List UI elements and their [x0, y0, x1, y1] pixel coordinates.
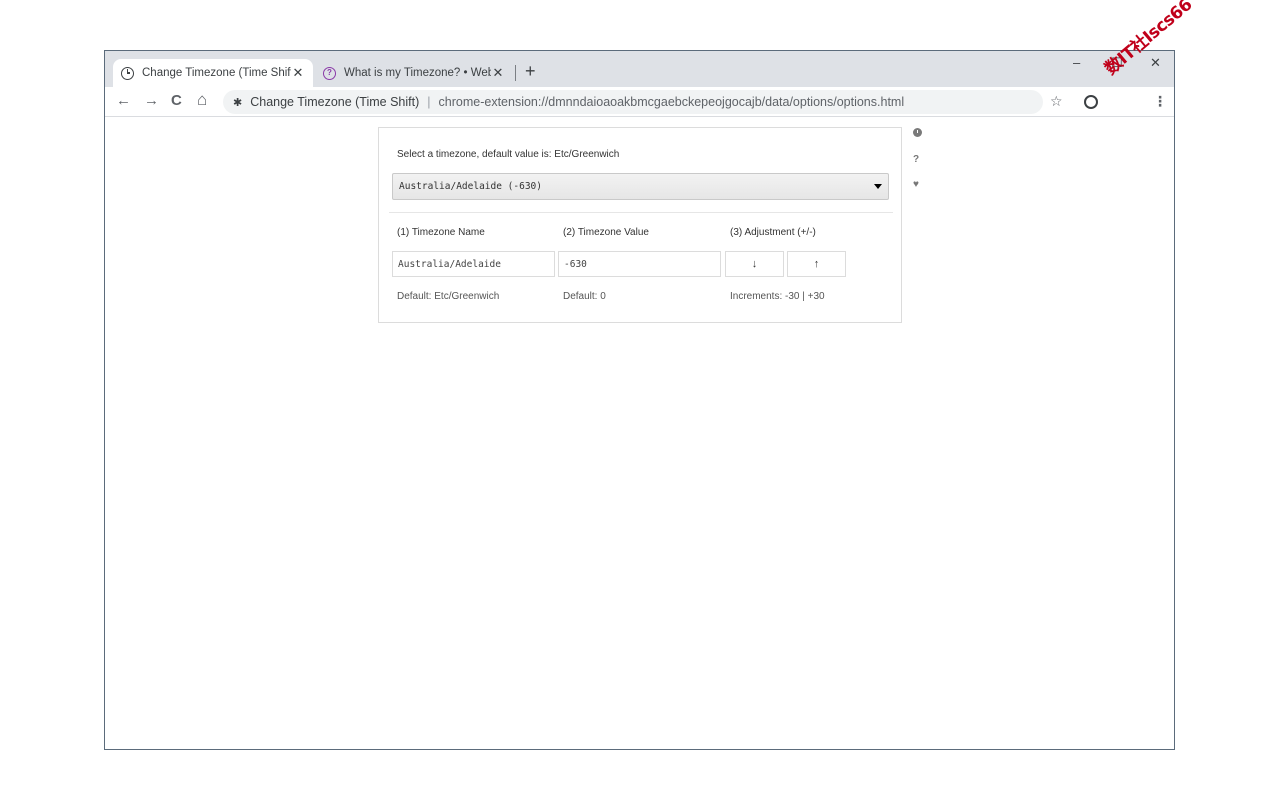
timezone-select-value: Australia/Adelaide (-630)	[399, 181, 542, 192]
decrease-button[interactable]: ↓	[725, 251, 784, 277]
home-button[interactable]: ⌂	[197, 90, 207, 110]
tab-separator	[515, 65, 516, 81]
back-button[interactable]: ←	[116, 92, 131, 109]
omnibox-divider: |	[427, 95, 431, 109]
page-content: Select a timezone, default value is: Etc…	[105, 117, 1174, 749]
default-name-note: Default: Etc/Greenwich	[397, 291, 500, 302]
heart-icon[interactable]: ♥	[913, 179, 919, 190]
col-timezone-name: (1) Timezone Name	[397, 227, 485, 238]
col-timezone-value: (2) Timezone Value	[563, 227, 649, 238]
increase-button[interactable]: ↑	[787, 251, 846, 277]
side-clock-icon[interactable]	[913, 128, 922, 137]
dropdown-arrow-icon	[874, 184, 882, 189]
minimize-button[interactable]: –	[1073, 55, 1080, 70]
timezone-select[interactable]: Australia/Adelaide (-630)	[392, 173, 889, 200]
clock-icon	[121, 66, 134, 80]
browser-window: Change Timezone (Time Shift) ✕ ? What is…	[104, 50, 1175, 750]
extension-clock-icon[interactable]	[1084, 95, 1098, 109]
tab-change-timezone[interactable]: Change Timezone (Time Shift) ✕	[113, 59, 313, 87]
increments-note: Increments: -30 | +30	[730, 291, 825, 302]
tab-strip: Change Timezone (Time Shift) ✕ ? What is…	[105, 51, 1174, 87]
timezone-value-field[interactable]: -630	[558, 251, 721, 277]
col-adjustment: (3) Adjustment (+/-)	[730, 227, 816, 238]
forward-button[interactable]: →	[144, 92, 159, 109]
new-tab-button[interactable]: +	[525, 61, 536, 82]
help-icon[interactable]: ?	[913, 154, 919, 165]
close-icon[interactable]: ✕	[491, 65, 505, 81]
omnibox-label: Change Timezone (Time Shift)	[250, 95, 420, 109]
omnibox-url: chrome-extension://dmnndaioaoakbmcgaebck…	[438, 95, 905, 109]
default-value-note: Default: 0	[563, 291, 606, 302]
tab-title: Change Timezone (Time Shift)	[142, 67, 291, 79]
timezone-caption: Select a timezone, default value is: Etc…	[397, 149, 620, 160]
tab-title: What is my Timezone? • WebBro	[344, 67, 491, 79]
timezone-name-field[interactable]: Australia/Adelaide	[392, 251, 555, 277]
options-panel: Select a timezone, default value is: Etc…	[378, 127, 902, 323]
puzzle-icon: ✱	[233, 96, 243, 109]
question-icon: ?	[323, 66, 336, 80]
toolbar: ← → C ⌂ ✱ Change Timezone (Time Shift) |…	[105, 87, 1174, 117]
bookmark-star-icon[interactable]: ☆	[1050, 93, 1063, 110]
menu-icon[interactable]: ⋮	[1153, 93, 1167, 110]
tab-what-is-my-timezone[interactable]: ? What is my Timezone? • WebBro ✕	[315, 59, 513, 87]
omnibox[interactable]: ✱ Change Timezone (Time Shift) | chrome-…	[223, 90, 1043, 114]
reload-button[interactable]: C	[171, 92, 182, 109]
divider	[389, 212, 893, 213]
window-close-button[interactable]: ✕	[1150, 55, 1161, 71]
close-icon[interactable]: ✕	[291, 65, 305, 81]
